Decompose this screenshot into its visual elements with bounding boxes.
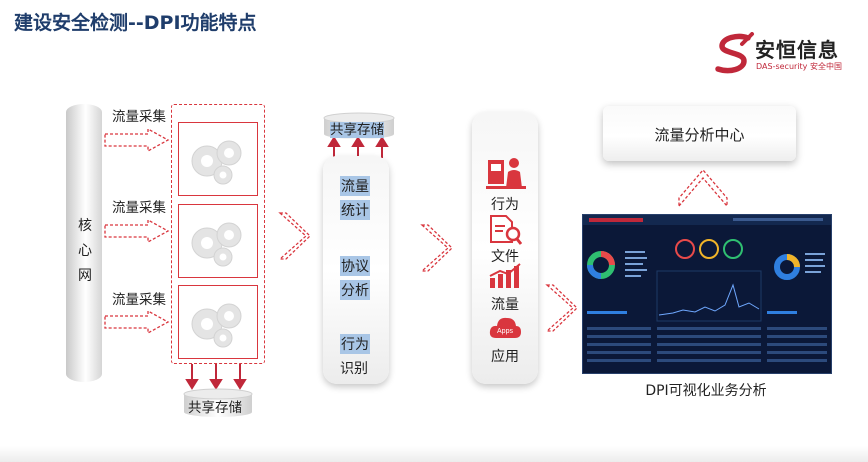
- category-label: 应用: [491, 349, 519, 365]
- chevron-right-icon: [420, 224, 453, 272]
- down-arrows-icon: [185, 364, 247, 390]
- process-label: 流量: [340, 176, 370, 196]
- category-label: 流量: [491, 297, 519, 313]
- apps-badge: Apps: [497, 328, 513, 335]
- core-label-1: 核: [78, 218, 92, 234]
- dashed-arrow-icon: [104, 219, 170, 243]
- dpi-dashboard-image: [582, 214, 832, 374]
- dashboard-caption: DPI可视化业务分析: [645, 383, 767, 399]
- collect-label-3: 流量采集: [112, 292, 166, 308]
- company-logo-icon: [715, 32, 754, 74]
- storage-top-label: 共享存储: [330, 122, 384, 138]
- process-label: 行为: [340, 334, 370, 354]
- footer-strip: [0, 446, 868, 462]
- analysis-center-label: 流量分析中心: [654, 126, 745, 144]
- logo-subtitle: DAS-security 安全中国: [756, 62, 842, 71]
- collector-box-2: [178, 204, 258, 278]
- core-label-2: 心: [78, 243, 92, 259]
- page-title: 建设安全检测--DPI功能特点: [14, 12, 257, 34]
- category-label: 行为: [491, 197, 519, 213]
- logo-name: 安恒信息: [755, 38, 839, 62]
- core-label-3: 网: [78, 268, 92, 284]
- up-arrows-icon: [327, 138, 389, 158]
- chevron-up-icon: [678, 169, 728, 208]
- collect-label-2: 流量采集: [112, 200, 166, 216]
- traffic-chart-icon: [489, 263, 521, 288]
- process-label: 分析: [340, 280, 370, 300]
- process-label: 协议: [340, 256, 370, 276]
- chevron-right-icon: [278, 212, 311, 260]
- collector-box-1: [178, 122, 258, 196]
- process-label: 统计: [340, 200, 370, 220]
- file-search-icon: [490, 215, 522, 245]
- collector-box-3: [178, 285, 258, 359]
- dashed-arrow-icon: [104, 128, 170, 152]
- process-label: 识别: [340, 361, 368, 377]
- chevron-right-icon: [545, 284, 578, 332]
- storage-bottom-label: 共享存储: [188, 400, 242, 416]
- collect-label-1: 流量采集: [112, 109, 166, 125]
- gears-icon: [191, 222, 242, 267]
- dashboard-preview-icon: [583, 215, 831, 362]
- gears-icon: [191, 303, 242, 348]
- user-computer-icon: [486, 158, 526, 189]
- gears-icon: [191, 140, 242, 185]
- dashed-arrow-icon: [104, 310, 170, 334]
- apps-cloud-icon: Apps: [489, 317, 521, 338]
